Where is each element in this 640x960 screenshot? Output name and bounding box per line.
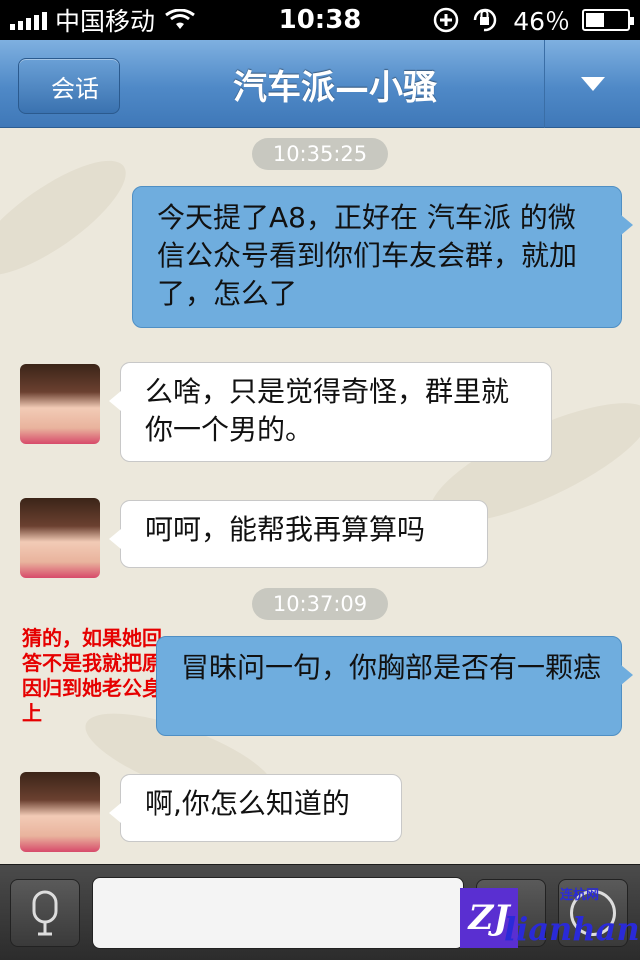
chat-title: 汽车派—小骚 <box>233 67 437 108</box>
watermark-en-text: lianhang <box>504 910 640 948</box>
contact-avatar[interactable] <box>20 498 100 578</box>
signal-strength-icon <box>10 10 47 30</box>
chevron-down-icon <box>580 77 605 91</box>
red-annotation-text: 猜的，如果她回答不是我就把原因归到她老公身上 <box>22 626 162 725</box>
nav-bar: 会话 汽车派—小骚 <box>0 40 640 128</box>
incoming-message[interactable]: 么啥，只是觉得奇怪，群里就你一个男的。 <box>109 362 552 462</box>
outgoing-message[interactable]: 冒昧问一句，你胸部是否有一颗痣 <box>156 636 633 736</box>
back-button-label: 会话 <box>51 74 99 103</box>
carrier-name: 中国移动 <box>55 7 156 36</box>
menu-dropdown-button[interactable] <box>544 40 640 128</box>
outgoing-message[interactable]: 今天提了A8，正好在 汽车派 的微信公众号看到你们车友会群，就加了，怎么了 <box>132 186 633 328</box>
watermark-logo: ZJ 连杭网 lianhang <box>456 880 640 956</box>
message-input[interactable] <box>92 877 464 949</box>
incoming-message[interactable]: 呵呵，能帮我再算算吗 <box>109 500 488 568</box>
status-bar: 中国移动 10:38 46％ <box>0 0 640 40</box>
timestamp: 10:37:09 <box>252 588 388 620</box>
voice-button[interactable] <box>10 879 80 947</box>
battery-icon <box>582 9 634 31</box>
contact-avatar[interactable] <box>20 772 100 852</box>
battery-percent: 46％ <box>513 7 570 36</box>
microphone-icon <box>32 890 58 936</box>
chat-area[interactable]: 10:35:25 今天提了A8，正好在 汽车派 的微信公众号看到你们车友会群，就… <box>0 128 640 864</box>
wifi-icon <box>165 9 195 29</box>
location-icon <box>433 7 459 33</box>
rotation-lock-icon <box>473 8 497 32</box>
watermark-cn-text: 连杭网 <box>560 888 600 903</box>
back-button[interactable]: 会话 <box>18 58 120 114</box>
timestamp: 10:35:25 <box>252 138 388 170</box>
incoming-message[interactable]: 啊,你怎么知道的 <box>109 774 402 842</box>
contact-avatar[interactable] <box>20 364 100 444</box>
